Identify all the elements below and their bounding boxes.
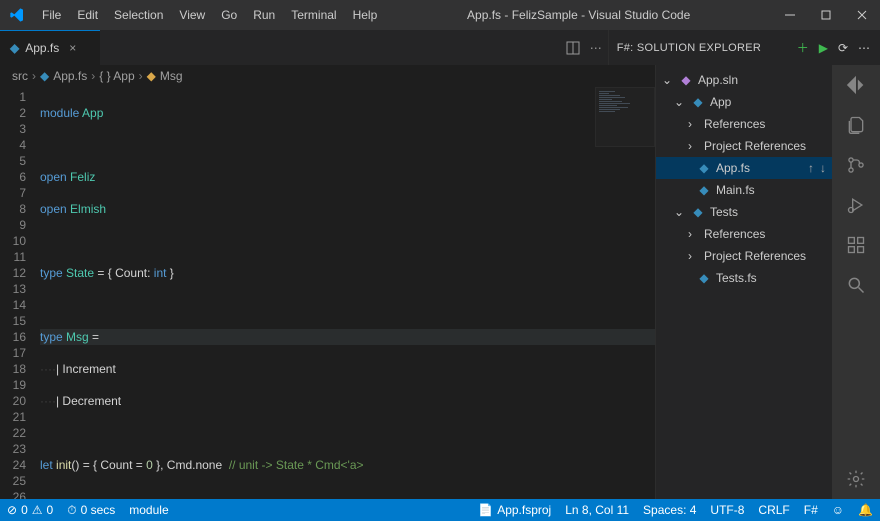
code-editor[interactable]: 1234567891011121314151617181920212223242… xyxy=(0,87,655,499)
tree-project-references[interactable]: ›Project References xyxy=(656,135,832,157)
menu-go[interactable]: Go xyxy=(213,4,245,26)
close-button[interactable] xyxy=(844,0,880,30)
solution-explorer-header: F#: SOLUTION EXPLORER xyxy=(609,30,787,65)
menu-help[interactable]: Help xyxy=(345,4,386,26)
source-control-icon[interactable] xyxy=(832,145,880,185)
fsharp-icon: ◆ xyxy=(40,69,49,83)
project-icon: ◆ xyxy=(690,95,706,109)
warning-icon: ⚠ xyxy=(32,503,43,517)
move-up-icon[interactable]: ↑ xyxy=(808,161,814,175)
solution-icon: ◆ xyxy=(678,73,694,87)
minimap[interactable] xyxy=(595,87,655,147)
menu-terminal[interactable]: Terminal xyxy=(283,4,344,26)
window-controls xyxy=(772,0,880,30)
tree-solution[interactable]: ⌄◆App.sln xyxy=(656,69,832,91)
project-icon: ◆ xyxy=(690,205,706,219)
menu-selection[interactable]: Selection xyxy=(106,4,171,26)
run-icon[interactable]: ▶ xyxy=(819,41,828,55)
status-spaces[interactable]: Spaces: 4 xyxy=(636,499,703,521)
maximize-button[interactable] xyxy=(808,0,844,30)
tabs-row: ◆ App.fs × ⋯ F#: SOLUTION EXPLORER ＋ ▶ ⟳… xyxy=(0,30,880,65)
debug-icon[interactable] xyxy=(832,185,880,225)
tree-tests-references[interactable]: ›References xyxy=(656,223,832,245)
extensions-icon[interactable] xyxy=(832,225,880,265)
tree-main-fs[interactable]: ◆Main.fs xyxy=(656,179,832,201)
right-sidebar: ⌄◆App.sln ⌄◆App ›References ›Project Ref… xyxy=(655,65,880,499)
move-down-icon[interactable]: ↓ xyxy=(820,161,826,175)
settings-icon[interactable] xyxy=(832,459,880,499)
bc-module[interactable]: { } App xyxy=(99,69,134,83)
menubar: File Edit Selection View Go Run Terminal… xyxy=(34,4,385,26)
main: src› ◆ App.fs› { } App› ◆ Msg 1234567891… xyxy=(0,65,880,499)
line-numbers: 1234567891011121314151617181920212223242… xyxy=(0,87,40,499)
bc-type[interactable]: Msg xyxy=(160,69,183,83)
tree-tests-project[interactable]: ⌄◆Tests xyxy=(656,201,832,223)
add-icon[interactable]: ＋ xyxy=(797,39,809,56)
vscode-icon xyxy=(0,7,34,23)
status-eol[interactable]: CRLF xyxy=(751,499,796,521)
titlebar: File Edit Selection View Go Run Terminal… xyxy=(0,0,880,30)
status-errors[interactable]: ⊘0 ⚠0 xyxy=(0,499,60,521)
status-encoding[interactable]: UTF-8 xyxy=(703,499,751,521)
fsharp-activity-icon[interactable] xyxy=(832,65,880,105)
panel-more-icon[interactable]: ⋯ xyxy=(858,41,870,55)
tree-app-project[interactable]: ⌄◆App xyxy=(656,91,832,113)
search-icon[interactable] xyxy=(832,265,880,305)
window-title: App.fs - FelizSample - Visual Studio Cod… xyxy=(385,8,772,22)
tree-references[interactable]: ›References xyxy=(656,113,832,135)
menu-edit[interactable]: Edit xyxy=(69,4,106,26)
solution-explorer: ⌄◆App.sln ⌄◆App ›References ›Project Ref… xyxy=(656,65,832,499)
code-content[interactable]: module App open Feliz open Elmish type S… xyxy=(40,87,655,499)
status-timer[interactable]: ⏱ 0 secs xyxy=(60,499,122,521)
menu-run[interactable]: Run xyxy=(245,4,283,26)
error-icon: ⊘ xyxy=(7,503,17,517)
type-icon: ◆ xyxy=(147,69,156,83)
more-icon[interactable]: ⋯ xyxy=(590,41,602,55)
status-language[interactable]: F# xyxy=(797,499,825,521)
fsharp-icon: ◆ xyxy=(10,41,19,55)
files-icon[interactable] xyxy=(832,105,880,145)
panel-title: F#: SOLUTION EXPLORER xyxy=(617,42,761,54)
fsharp-icon: ◆ xyxy=(696,271,712,285)
status-bell-icon[interactable]: 🔔 xyxy=(851,499,880,521)
activity-bar xyxy=(832,65,880,499)
bc-file[interactable]: App.fs xyxy=(53,69,87,83)
editor-actions: ⋯ xyxy=(560,30,608,65)
status-feedback-icon[interactable]: ☺ xyxy=(825,499,851,521)
menu-view[interactable]: View xyxy=(171,4,213,26)
bc-src[interactable]: src xyxy=(12,69,28,83)
breadcrumb[interactable]: src› ◆ App.fs› { } App› ◆ Msg xyxy=(0,65,655,87)
editor: src› ◆ App.fs› { } App› ◆ Msg 1234567891… xyxy=(0,65,655,499)
status-project[interactable]: 📄 App.fsproj xyxy=(471,499,558,521)
tab-label: App.fs xyxy=(25,41,59,55)
tree-tests-project-references[interactable]: ›Project References xyxy=(656,245,832,267)
menu-file[interactable]: File xyxy=(34,4,69,26)
fsharp-icon: ◆ xyxy=(696,161,712,175)
minimize-button[interactable] xyxy=(772,0,808,30)
refresh-icon[interactable]: ⟳ xyxy=(838,41,848,55)
tab-close-icon[interactable]: × xyxy=(69,41,76,55)
statusbar: ⊘0 ⚠0 ⏱ 0 secs module 📄 App.fsproj Ln 8,… xyxy=(0,499,880,521)
split-editor-icon[interactable] xyxy=(566,41,580,55)
tree-app-fs[interactable]: ◆App.fs↑↓ xyxy=(656,157,832,179)
status-cursor[interactable]: Ln 8, Col 11 xyxy=(558,499,636,521)
tree-tests-fs[interactable]: ◆Tests.fs xyxy=(656,267,832,289)
status-mode[interactable]: module xyxy=(122,499,175,521)
tab-app-fs[interactable]: ◆ App.fs × xyxy=(0,30,100,65)
fsharp-icon: ◆ xyxy=(696,183,712,197)
